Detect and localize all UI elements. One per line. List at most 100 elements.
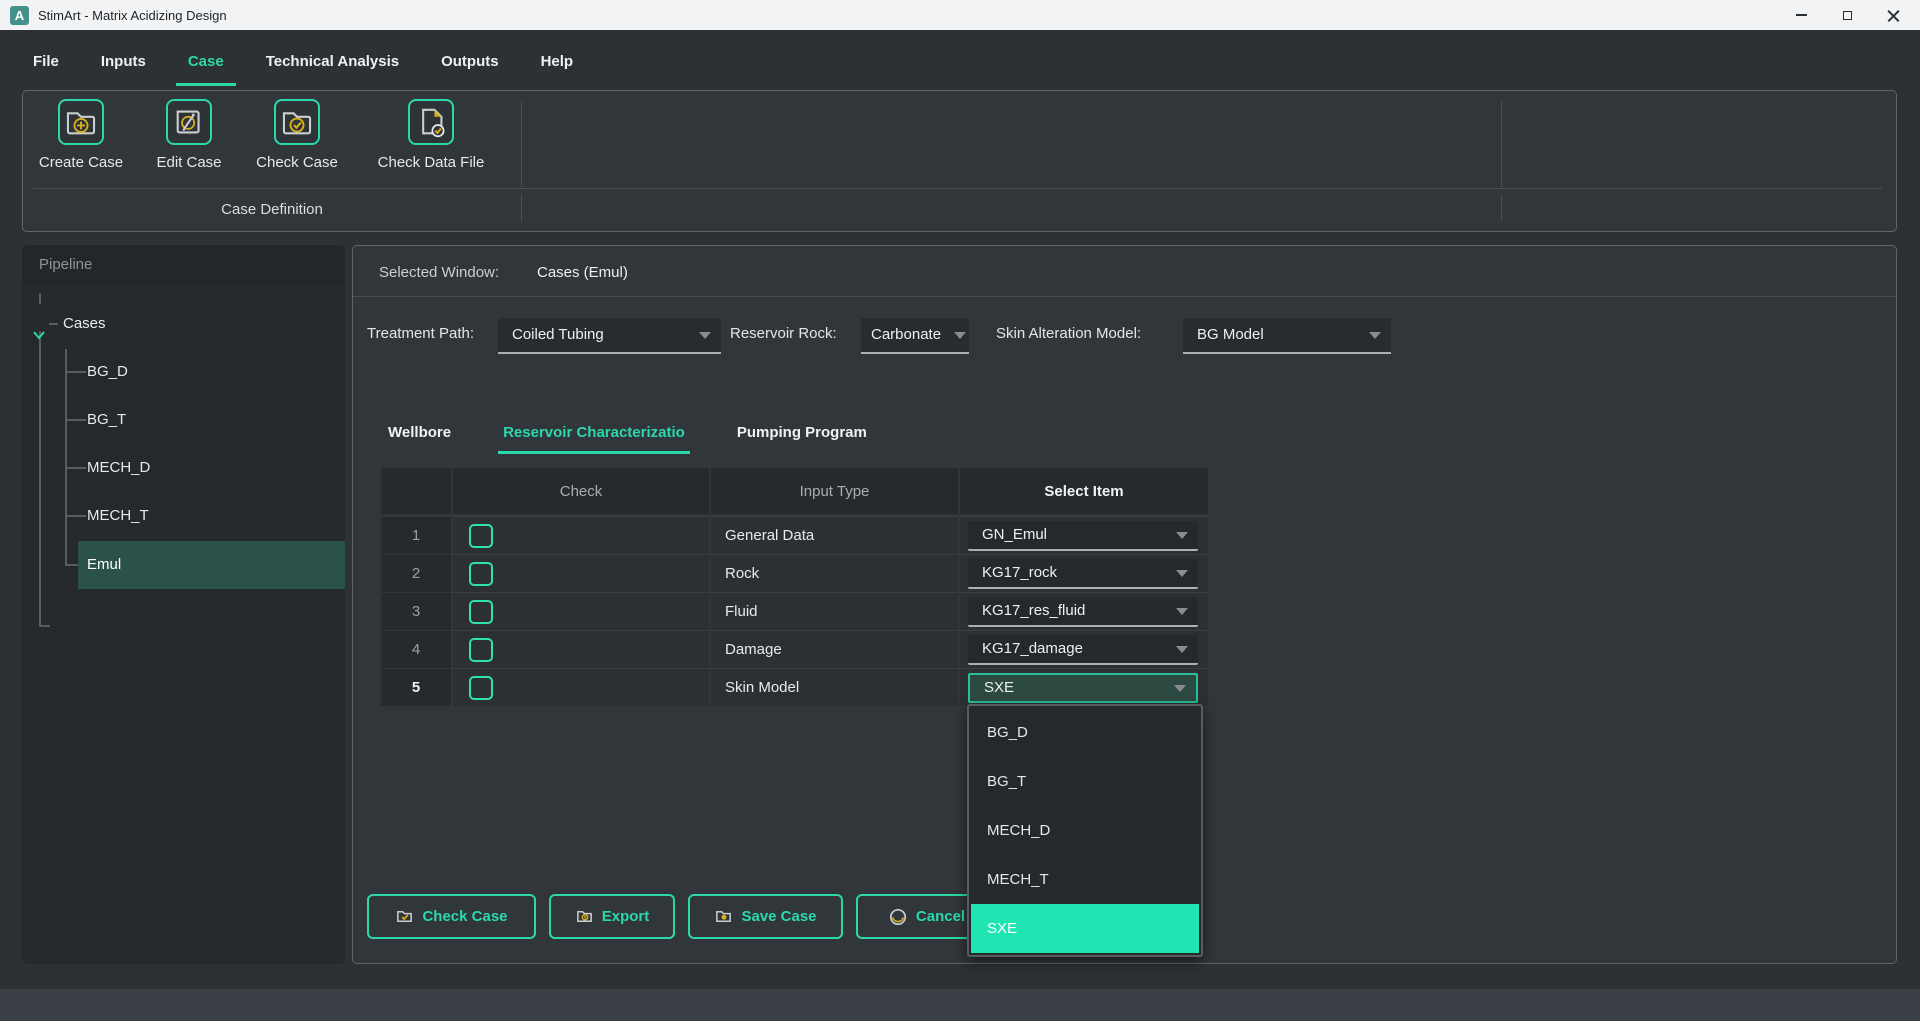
input-selection-table: Check Input Type Select Item 1 General D… xyxy=(381,468,1208,706)
tree-item-mech-d[interactable]: MECH_D xyxy=(78,444,345,492)
fluid-select[interactable]: KG17_res_fluid xyxy=(968,597,1198,627)
edit-case-icon xyxy=(166,99,212,145)
ribbon-right-separator-lower xyxy=(1501,195,1502,221)
dropdown-option-bg-d[interactable]: BG_D xyxy=(971,708,1199,757)
create-case-icon xyxy=(58,99,104,145)
damage-value: KG17_damage xyxy=(982,635,1083,663)
row-2-checkbox[interactable] xyxy=(469,562,493,586)
chevron-down-icon[interactable] xyxy=(32,317,46,355)
selected-window-value: Cases (Emul) xyxy=(537,264,628,281)
table-row-check-cell xyxy=(453,592,709,630)
menu-inputs[interactable]: Inputs xyxy=(89,44,158,86)
skin-model-dropdown-list: BG_D BG_T MECH_D MECH_T SXE xyxy=(967,704,1203,957)
table-row-select-cell: KG17_rock xyxy=(960,554,1208,592)
treatment-path-select[interactable]: Coiled Tubing xyxy=(498,318,721,354)
tree-item-mech-t[interactable]: MECH_T xyxy=(78,492,345,540)
case-settings-row: Treatment Path: Coiled Tubing Reservoir … xyxy=(353,316,1896,356)
menu-outputs[interactable]: Outputs xyxy=(429,44,511,86)
row-3-checkbox[interactable] xyxy=(469,600,493,624)
row-5-checkbox[interactable] xyxy=(469,676,493,700)
minimize-icon xyxy=(1796,14,1807,16)
input-type-value: Rock xyxy=(711,565,759,582)
check-column-header: Check xyxy=(453,468,709,514)
general-data-value: GN_Emul xyxy=(982,521,1047,549)
pipeline-sidebar: Pipeline Cases BG_D BG_T MECH_D MECH_T E… xyxy=(22,245,345,964)
taskbar-strip xyxy=(0,989,1920,1021)
table-row-input-cell: Fluid xyxy=(711,592,958,630)
chevron-down-icon xyxy=(1176,646,1188,653)
tab-wellbore[interactable]: Wellbore xyxy=(383,416,456,454)
menu-case[interactable]: Case xyxy=(176,44,236,86)
save-case-label: Save Case xyxy=(741,908,816,925)
check-case-icon xyxy=(274,99,320,145)
header-divider xyxy=(353,296,1896,297)
tree-line xyxy=(39,293,41,304)
dropdown-option-mech-d[interactable]: MECH_D xyxy=(971,806,1199,855)
skin-alteration-model-label: Skin Alteration Model: xyxy=(996,325,1141,342)
damage-select[interactable]: KG17_damage xyxy=(968,635,1198,665)
cancel-icon xyxy=(888,907,908,927)
reservoir-rock-label: Reservoir Rock: xyxy=(730,325,837,342)
check-data-file-label: Check Data File xyxy=(378,154,485,171)
check-case-button[interactable]: Check Case xyxy=(255,99,339,171)
tree-item-bg-t[interactable]: BG_T xyxy=(78,396,345,444)
chevron-down-icon xyxy=(1176,608,1188,615)
rock-select[interactable]: KG17_rock xyxy=(968,559,1198,589)
tree-item-bg-d[interactable]: BG_D xyxy=(78,348,345,396)
corner-header-cell xyxy=(381,468,451,514)
close-button[interactable] xyxy=(1870,0,1916,30)
save-case-button[interactable]: Save Case xyxy=(688,894,843,939)
export-icon xyxy=(575,907,594,926)
chevron-down-icon xyxy=(1369,332,1381,339)
minimize-button[interactable] xyxy=(1778,0,1824,30)
cancel-label: Cancel xyxy=(916,908,965,925)
skin-alteration-model-select[interactable]: BG Model xyxy=(1183,318,1391,354)
app-window: { "window": { "title": "StimArt - Matrix… xyxy=(0,0,1920,1021)
restore-icon xyxy=(1843,11,1852,20)
table-row-check-cell xyxy=(453,554,709,592)
chevron-down-icon xyxy=(699,332,711,339)
ribbon-divider xyxy=(33,188,1882,189)
menu-help[interactable]: Help xyxy=(529,44,586,86)
check-case-icon xyxy=(395,907,414,926)
skin-model-value: SXE xyxy=(984,675,1014,701)
dropdown-option-sxe[interactable]: SXE xyxy=(971,904,1199,953)
reservoir-rock-select[interactable]: Carbonate xyxy=(861,318,969,354)
skin-model-select[interactable]: SXE xyxy=(968,673,1198,703)
table-row-input-cell: Damage xyxy=(711,630,958,668)
input-type-value: General Data xyxy=(711,527,814,544)
export-button[interactable]: Export xyxy=(549,894,675,939)
row-4-checkbox[interactable] xyxy=(469,638,493,662)
chevron-down-icon xyxy=(1174,685,1186,692)
restore-button[interactable] xyxy=(1824,0,1870,30)
table-row-check-cell xyxy=(453,630,709,668)
table-row-input-cell: Rock xyxy=(711,554,958,592)
tree-line xyxy=(39,331,41,627)
row-number: 3 xyxy=(381,592,451,630)
menu-technical-analysis[interactable]: Technical Analysis xyxy=(254,44,411,86)
row-1-checkbox[interactable] xyxy=(469,524,493,548)
dropdown-option-mech-t[interactable]: MECH_T xyxy=(971,855,1199,904)
edit-case-button[interactable]: Edit Case xyxy=(147,99,231,171)
input-type-value: Fluid xyxy=(711,603,758,620)
edit-case-label: Edit Case xyxy=(156,154,221,171)
table-row-input-cell: Skin Model xyxy=(711,668,958,706)
tab-reservoir-characterization[interactable]: Reservoir Characterizatio xyxy=(498,416,690,454)
treatment-path-value: Coiled Tubing xyxy=(512,318,604,352)
tab-pumping-program[interactable]: Pumping Program xyxy=(732,416,872,454)
table-row-input-cell: General Data xyxy=(711,516,958,554)
check-data-file-button[interactable]: Check Data File xyxy=(373,99,489,171)
tree-item-emul[interactable]: Emul xyxy=(78,541,345,589)
row-number: 5 xyxy=(381,668,451,706)
dropdown-option-bg-t[interactable]: BG_T xyxy=(971,757,1199,806)
check-case-footer-button[interactable]: Check Case xyxy=(367,894,536,939)
create-case-button[interactable]: Create Case xyxy=(39,99,123,171)
row-number: 4 xyxy=(381,630,451,668)
fluid-value: KG17_res_fluid xyxy=(982,597,1085,625)
general-data-select[interactable]: GN_Emul xyxy=(968,521,1198,551)
menu-file[interactable]: File xyxy=(21,44,71,86)
tree-node-cases[interactable]: Cases xyxy=(22,305,345,343)
menu-bar: File Inputs Case Technical Analysis Outp… xyxy=(0,30,1920,86)
check-case-label: Check Case xyxy=(256,154,338,171)
treatment-path-label: Treatment Path: xyxy=(367,325,474,342)
